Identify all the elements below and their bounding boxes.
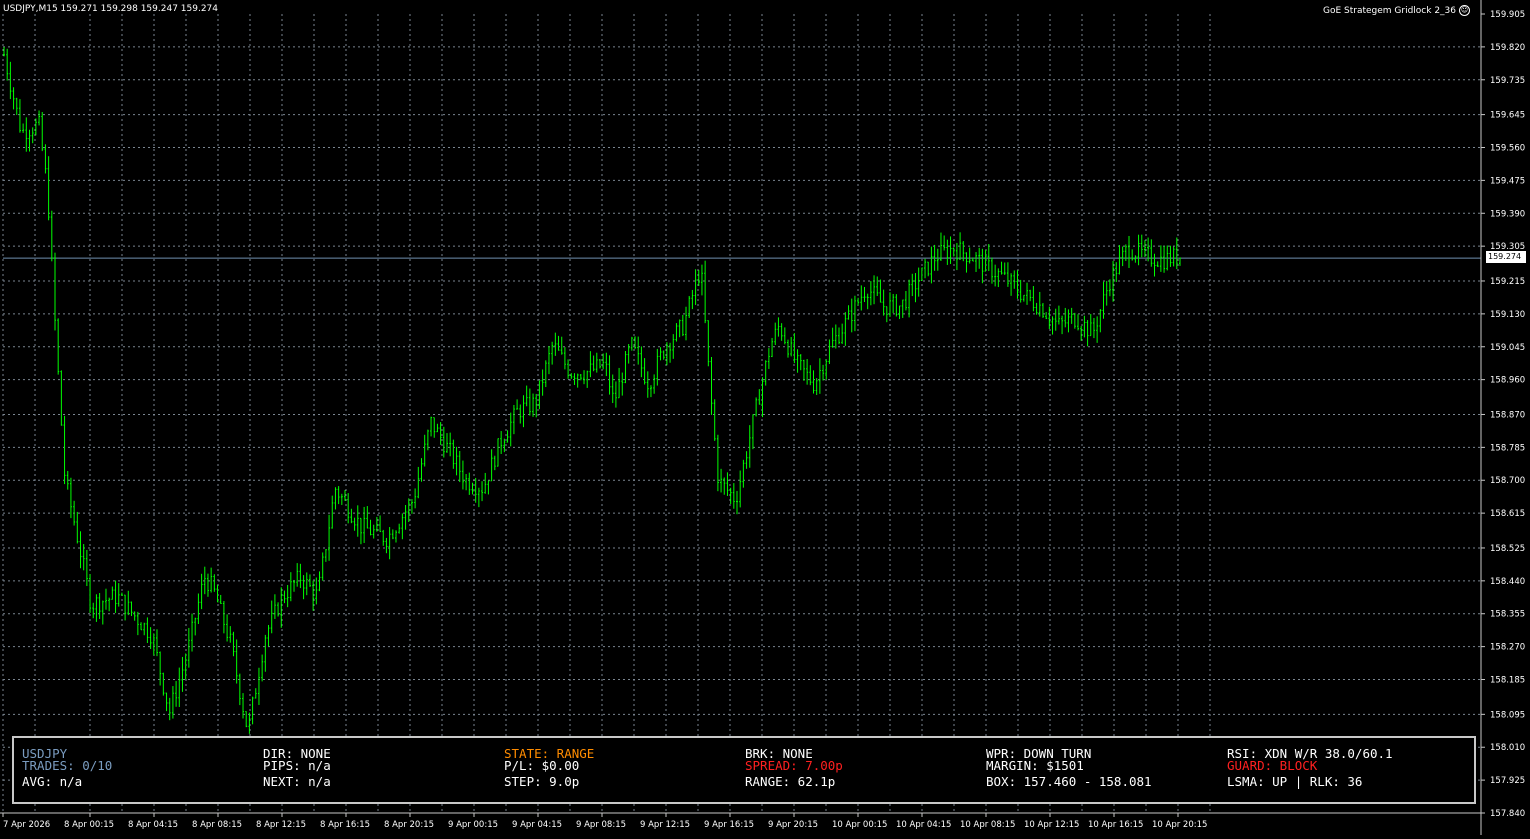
current-price-tag: 159.274 — [1486, 251, 1526, 263]
time-label: 9 Apr 12:15 — [640, 820, 690, 830]
price-label: 158.615 — [1490, 509, 1525, 519]
price-label: 158.525 — [1490, 544, 1525, 554]
panel-step: STEP: 9.0p — [504, 774, 580, 789]
price-label: 159.045 — [1490, 343, 1525, 353]
panel-lsma: LSMA: UP | RLK: 36 — [1227, 774, 1363, 789]
time-label: 7 Apr 2026 — [3, 820, 50, 830]
panel-box: BOX: 157.460 - 158.081 — [986, 774, 1152, 789]
price-label: 158.440 — [1490, 577, 1525, 587]
price-label: 159.215 — [1490, 277, 1525, 287]
panel-trades: TRADES: 0/10 — [22, 758, 113, 773]
price-label: 159.475 — [1490, 176, 1525, 186]
price-label: 159.130 — [1490, 310, 1525, 320]
time-label: 8 Apr 16:15 — [320, 820, 370, 830]
expert-advisor-label[interactable]: GoE Strategem Gridlock 2_36 ☺ — [1323, 5, 1470, 16]
price-label: 158.355 — [1490, 610, 1525, 620]
panel-spread: SPREAD: 7.00p — [745, 758, 843, 773]
price-label: 159.645 — [1490, 111, 1525, 121]
time-label: 8 Apr 00:15 — [64, 820, 114, 830]
price-label: 158.785 — [1490, 443, 1525, 453]
price-label: 158.870 — [1490, 410, 1525, 420]
time-label: 10 Apr 12:15 — [1024, 820, 1079, 830]
time-label: 8 Apr 08:15 — [192, 820, 242, 830]
time-label: 9 Apr 16:15 — [704, 820, 754, 830]
price-label: 157.840 — [1490, 809, 1525, 819]
price-label: 158.270 — [1490, 643, 1525, 653]
time-label: 9 Apr 04:15 — [512, 820, 562, 830]
price-label: 159.905 — [1490, 10, 1525, 20]
panel-next: NEXT: n/a — [263, 774, 331, 789]
time-label: 10 Apr 08:15 — [960, 820, 1015, 830]
price-label: 159.735 — [1490, 76, 1525, 86]
time-label: 10 Apr 16:15 — [1088, 820, 1143, 830]
time-label: 10 Apr 04:15 — [896, 820, 951, 830]
time-label: 8 Apr 12:15 — [256, 820, 306, 830]
price-label: 158.095 — [1490, 710, 1525, 720]
time-label: 8 Apr 20:15 — [384, 820, 434, 830]
smiley-icon: ☺ — [1459, 5, 1470, 16]
price-chart[interactable]: 159.905 159.820 159.735 159.645 159.560 159.4… — [0, 0, 1530, 835]
panel-range: RANGE: 62.1p — [745, 774, 836, 789]
panel-pips: PIPS: n/a — [263, 758, 331, 773]
price-label: 159.820 — [1490, 43, 1525, 53]
price-label: 159.560 — [1490, 143, 1525, 153]
chart-canvas[interactable]: 159.905 159.820 159.735 159.645 159.560 159.4… — [0, 0, 1530, 835]
time-label: 9 Apr 08:15 — [576, 820, 626, 830]
time-label: 10 Apr 20:15 — [1152, 820, 1207, 830]
price-axis: 159.905 159.820 159.735 159.645 159.560 159.4… — [1480, 0, 1525, 835]
panel-pl: P/L: $0.00 — [504, 758, 580, 773]
chart-grid — [2, 14, 1481, 814]
panel-avg: AVG: n/a — [22, 774, 83, 789]
price-label: 158.960 — [1490, 376, 1525, 386]
price-label: 158.700 — [1490, 476, 1525, 486]
price-label: 159.390 — [1490, 209, 1525, 219]
expert-advisor-name: GoE Strategem Gridlock 2_36 — [1322, 5, 1456, 16]
time-label: 9 Apr 20:15 — [768, 820, 818, 830]
symbol-header: USDJPY,M15 159.271 159.298 159.247 159.2… — [3, 4, 219, 14]
panel-margin: MARGIN: $1501 — [986, 758, 1084, 773]
info-panel: USDJPY TRADES: 0/10 AVG: n/a DIR: NONE P… — [12, 736, 1476, 804]
time-label: 8 Apr 04:15 — [128, 820, 178, 830]
price-label: 158.010 — [1490, 743, 1525, 753]
time-axis: 7 Apr 2026 8 Apr 00:15 8 Apr 04:15 8 Apr 08… — [0, 812, 1481, 830]
price-label: 157.925 — [1490, 776, 1525, 786]
time-label: 10 Apr 00:15 — [832, 820, 887, 830]
candles — [3, 47, 1181, 734]
panel-guard: GUARD: BLOCK — [1227, 758, 1318, 773]
time-label: 9 Apr 00:15 — [448, 820, 498, 830]
price-label: 158.185 — [1490, 676, 1525, 686]
